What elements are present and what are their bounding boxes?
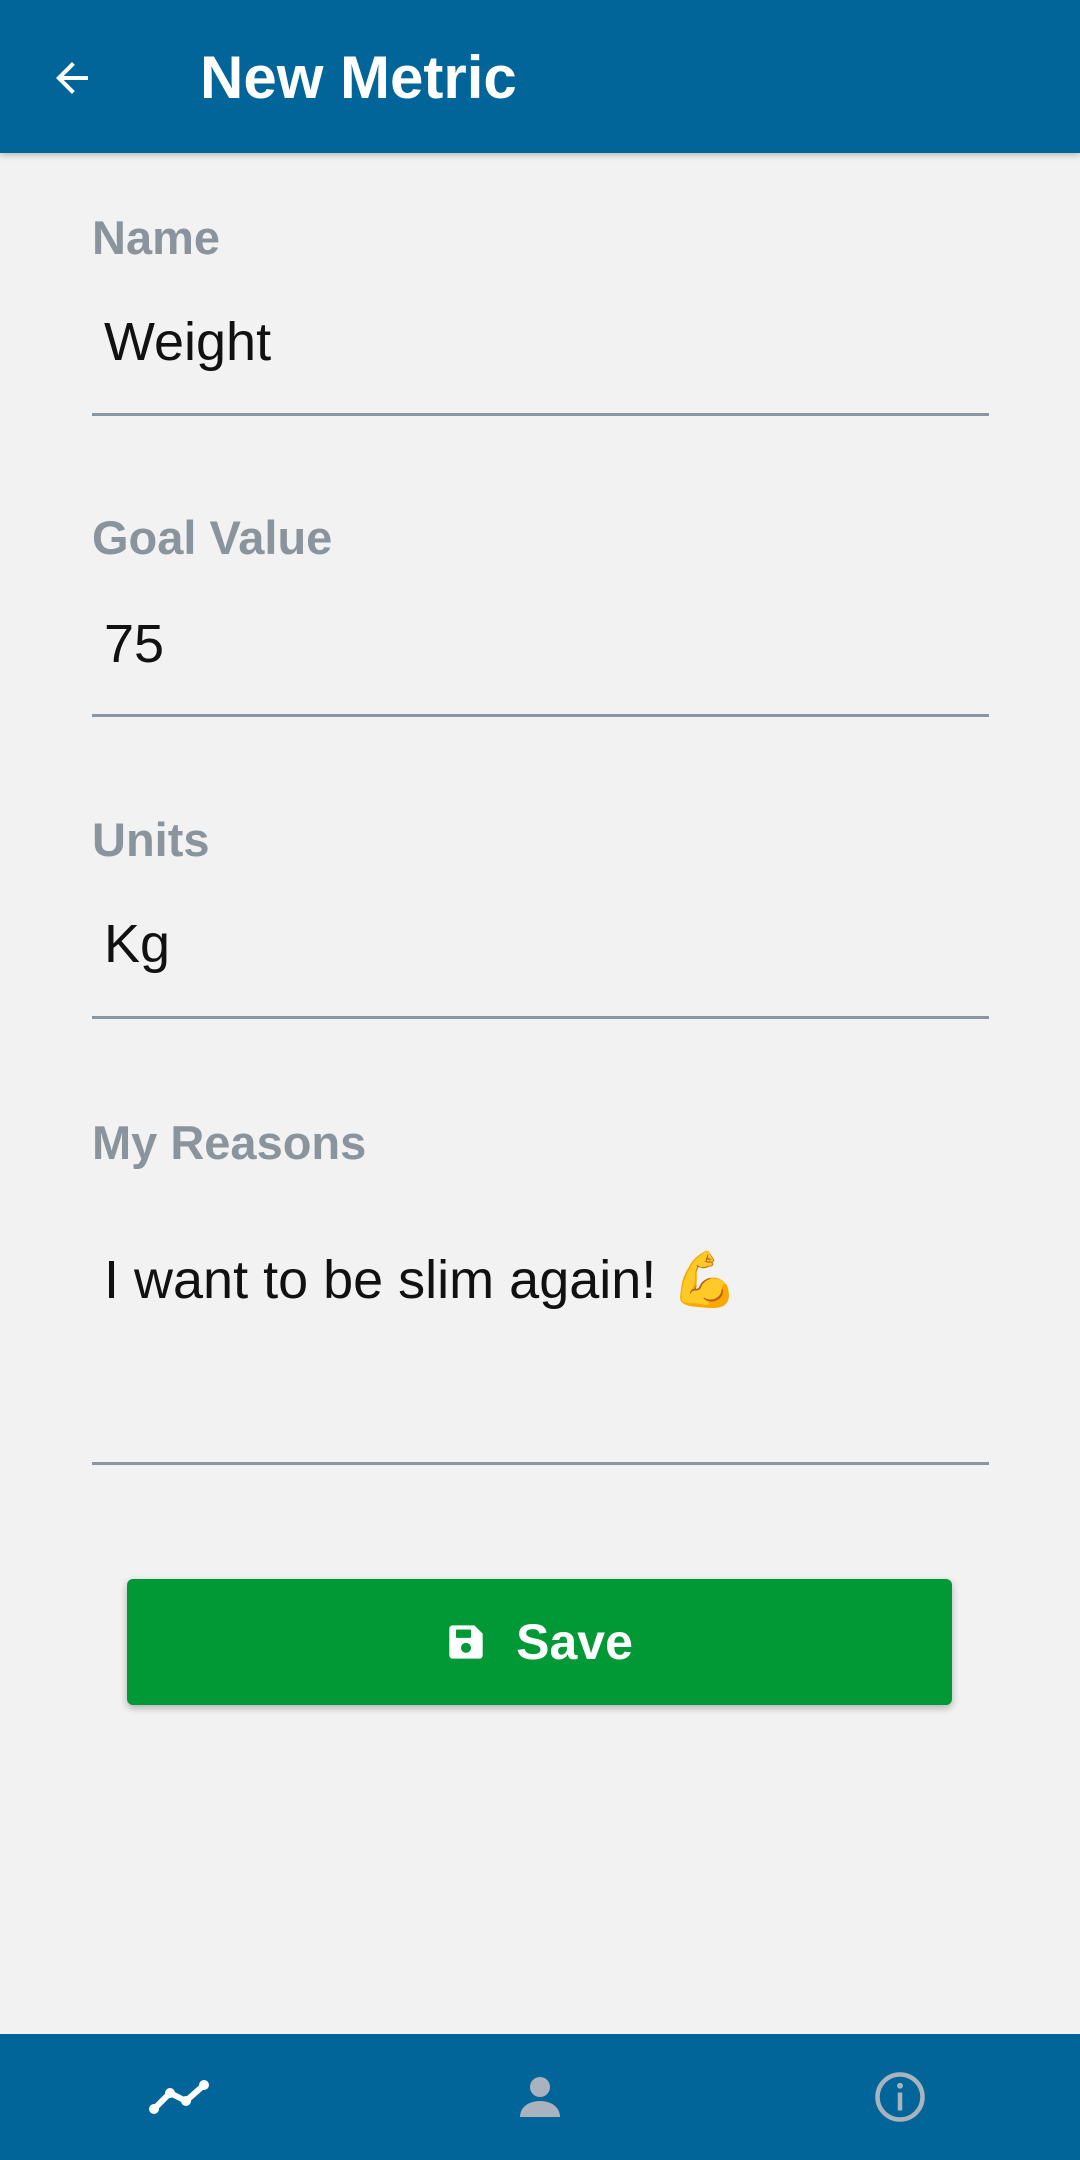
- app-screen: New Metric Name Goal Value Units My Reas…: [0, 0, 1080, 2160]
- floppy-disk-icon: [449, 1625, 483, 1659]
- chart-line-icon: [149, 2080, 209, 2114]
- goal-value-label: Goal Value: [92, 511, 333, 564]
- nav-item-metrics[interactable]: [0, 2034, 360, 2160]
- save-button[interactable]: Save: [127, 1579, 952, 1705]
- reasons-textarea[interactable]: I want to be slim again! 💪: [104, 1245, 739, 1315]
- info-icon: [875, 2072, 925, 2122]
- name-input[interactable]: [92, 306, 989, 378]
- back-button[interactable]: [30, 36, 114, 120]
- goal-value-input[interactable]: [92, 608, 989, 680]
- reasons-field: My Reasons I want to be slim again! 💪: [92, 1115, 989, 1465]
- bottom-navigation: [0, 2034, 1080, 2160]
- top-app-bar: New Metric: [0, 0, 1080, 153]
- name-field: Name: [92, 210, 989, 420]
- arrow-left-icon: [56, 62, 88, 94]
- name-label: Name: [92, 211, 221, 264]
- user-icon: [520, 2077, 560, 2117]
- save-button-label: Save: [516, 1614, 633, 1670]
- units-underline: [92, 1016, 989, 1019]
- goal-value-field: Goal Value: [92, 510, 989, 720]
- page-title: New Metric: [200, 44, 517, 111]
- nav-item-profile[interactable]: [360, 2034, 720, 2160]
- name-underline: [92, 413, 989, 416]
- units-field: Units: [92, 812, 989, 1022]
- reasons-label: My Reasons: [92, 1116, 367, 1169]
- reasons-underline: [92, 1462, 989, 1465]
- nav-item-info[interactable]: [720, 2034, 1080, 2160]
- units-input[interactable]: [92, 908, 989, 980]
- goal-value-underline: [92, 714, 989, 717]
- units-label: Units: [92, 813, 210, 866]
